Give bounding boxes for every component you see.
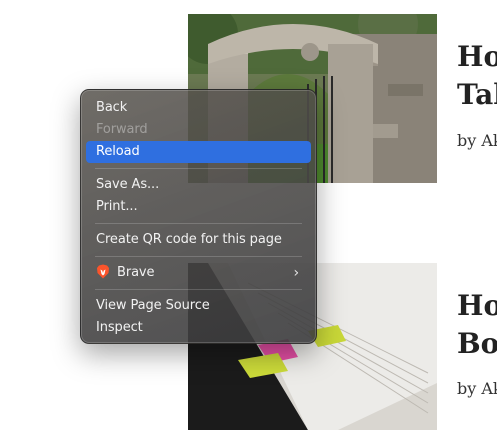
menu-separator bbox=[95, 168, 302, 169]
menu-item-brave-label: Brave bbox=[117, 265, 155, 280]
article-2-byline: by Ak bbox=[457, 379, 497, 398]
article-1-byline: by Ak bbox=[457, 131, 497, 150]
menu-item-brave[interactable]: Brave › bbox=[86, 262, 311, 284]
context-menu: Back Forward Reload Save As... Print... … bbox=[80, 89, 317, 344]
article-1-title-line-2[interactable]: Tal bbox=[457, 76, 497, 114]
article-2-title[interactable]: Ho Boo bbox=[457, 287, 497, 363]
menu-separator bbox=[95, 289, 302, 290]
menu-item-back[interactable]: Back bbox=[86, 97, 311, 119]
menu-item-save-as[interactable]: Save As... bbox=[86, 174, 311, 196]
article-2-title-line-2[interactable]: Boo bbox=[457, 325, 497, 363]
article-2-title-line-1[interactable]: Ho bbox=[457, 287, 497, 325]
menu-item-reload[interactable]: Reload bbox=[86, 141, 311, 163]
menu-item-forward: Forward bbox=[96, 122, 148, 137]
menu-item-inspect[interactable]: Inspect bbox=[86, 317, 311, 339]
menu-separator bbox=[95, 223, 302, 224]
menu-item-create-qr-code[interactable]: Create QR code for this page bbox=[86, 229, 311, 251]
article-1-title-line-1[interactable]: Ho bbox=[457, 38, 497, 76]
menu-separator bbox=[95, 256, 302, 257]
article-1-title[interactable]: Ho Tal bbox=[457, 38, 497, 114]
menu-item-view-page-source[interactable]: View Page Source bbox=[86, 295, 311, 317]
page: Ho Tal by Ak Ho Boo by Ak Ba bbox=[0, 0, 497, 444]
menu-item-print[interactable]: Print... bbox=[86, 196, 311, 218]
brave-lion-icon bbox=[97, 264, 109, 278]
chevron-right-icon: › bbox=[293, 265, 300, 281]
